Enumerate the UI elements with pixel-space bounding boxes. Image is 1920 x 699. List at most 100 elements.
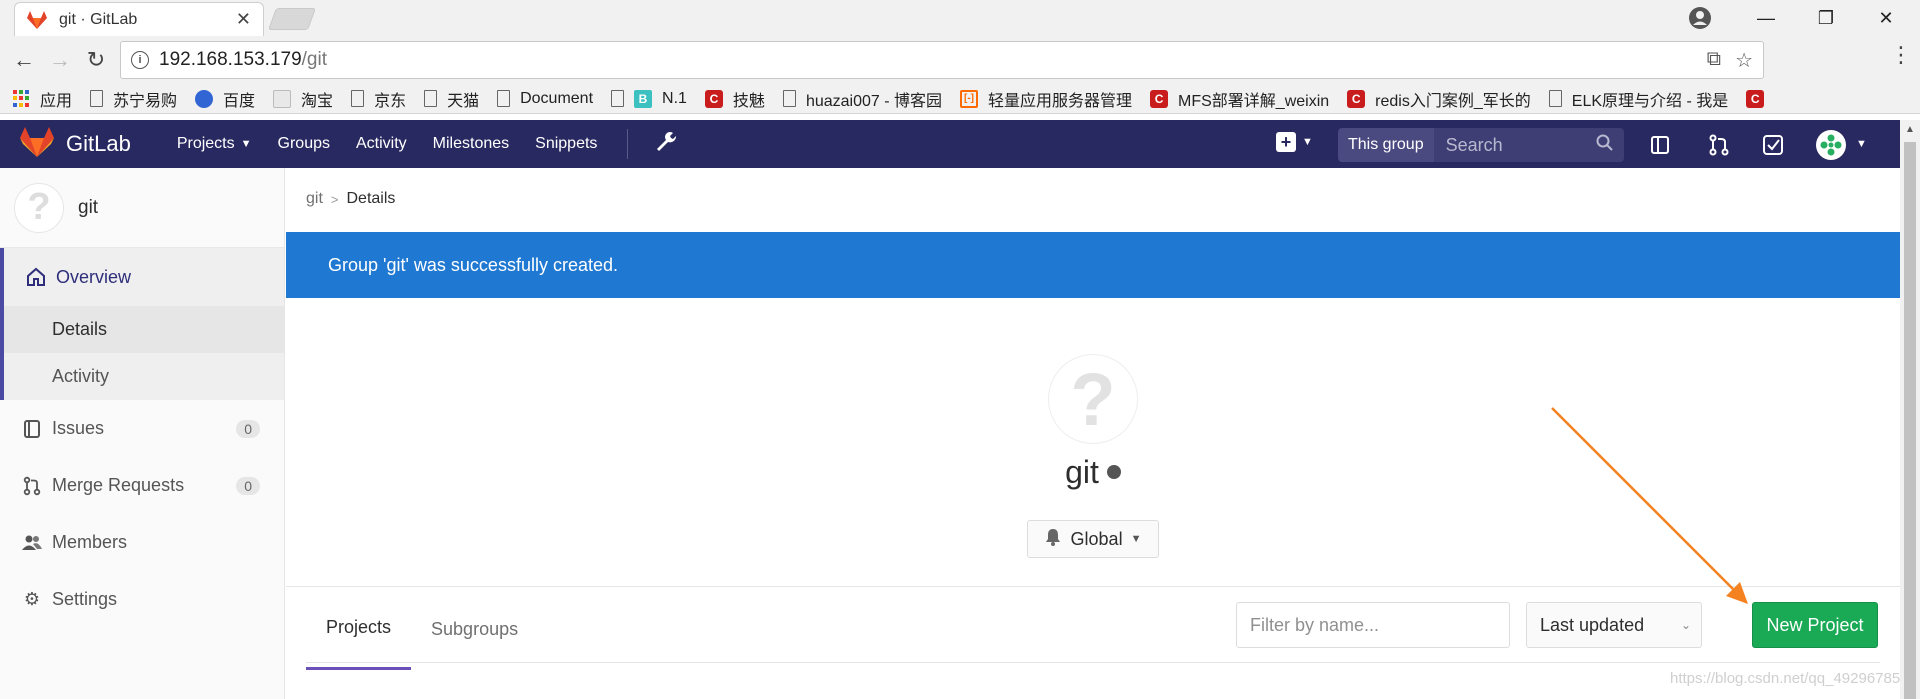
section-divider xyxy=(286,586,1900,587)
admin-wrench-icon[interactable] xyxy=(654,130,677,158)
csdn-icon: C xyxy=(1746,89,1765,108)
group-tabs: Projects Subgroups xyxy=(306,588,538,670)
site-info-icon[interactable]: i xyxy=(131,51,149,69)
page-icon xyxy=(497,90,511,107)
sidebar-item-overview[interactable]: Overview xyxy=(4,248,284,306)
bookmark-item[interactable]: C 技魅 xyxy=(704,87,765,111)
new-project-button[interactable]: New Project xyxy=(1752,602,1878,648)
bookmark-item[interactable]: Credis入门案例_军长的 xyxy=(1347,87,1531,111)
search-icon xyxy=(1596,134,1614,157)
sort-dropdown[interactable]: Last updated ⌄ xyxy=(1526,602,1702,648)
window-minimize-button[interactable]: — xyxy=(1736,0,1796,36)
filter-by-name-input[interactable]: Filter by name... xyxy=(1236,602,1510,648)
sidebar-group-header[interactable]: ? git xyxy=(0,168,284,248)
url-path: /git xyxy=(301,49,327,70)
bookmark-item[interactable]: huazai007 - 博客园 xyxy=(782,87,942,111)
bookmark-star-icon[interactable]: ☆ xyxy=(1735,48,1753,73)
gitlab-brand: GitLab xyxy=(66,131,131,156)
breadcrumb-current: Details xyxy=(346,190,396,207)
bookmark-item[interactable]: 百度 xyxy=(195,87,255,111)
chevron-down-icon: ▼ xyxy=(240,138,252,150)
page-icon xyxy=(424,90,438,107)
browser-toolbar: ← → ↻ i 192.168.153.179/git ⧉ ☆ ⋮ xyxy=(0,36,1920,84)
aliyun-icon: [-] xyxy=(960,89,979,108)
page-icon xyxy=(351,90,365,107)
todos-check-icon[interactable] xyxy=(1760,132,1786,158)
apps-icon xyxy=(12,89,30,108)
search-scope-badge[interactable]: This group xyxy=(1338,128,1434,162)
page-icon xyxy=(782,90,796,107)
bookmark-item[interactable]: 天猫 xyxy=(424,87,479,111)
page-scrollbar[interactable]: ▲ xyxy=(1900,120,1920,699)
page-icon xyxy=(90,90,104,107)
url-host: 192.168.153.179 xyxy=(159,49,302,70)
forward-arrow-icon[interactable]: → xyxy=(44,44,76,76)
merge-requests-icon[interactable] xyxy=(1706,132,1732,158)
breadcrumb: git > Details xyxy=(306,190,395,208)
bookmark-item[interactable]: C MFS部署详解_weixin xyxy=(1150,87,1329,111)
bell-icon xyxy=(1045,528,1061,551)
breadcrumb-root-link[interactable]: git xyxy=(306,190,323,208)
gitlab-home-link[interactable]: GitLab xyxy=(20,126,131,162)
reload-icon[interactable]: ↻ xyxy=(80,44,112,76)
tabs-divider xyxy=(306,662,1880,663)
csdn-icon: C xyxy=(1150,89,1169,108)
chevron-down-icon: ▼ xyxy=(1302,136,1313,148)
tab-subgroups[interactable]: Subgroups xyxy=(411,588,538,670)
browser-tab-strip: git · GitLab ✕ — ❐ ✕ xyxy=(0,0,1920,36)
sidebar-item-settings[interactable]: ⚙ Settings xyxy=(0,571,284,628)
browser-menu-icon[interactable]: ⋮ xyxy=(1890,42,1912,68)
new-dropdown-button[interactable]: + ▼ xyxy=(1276,132,1313,152)
nav-projects[interactable]: Projects ▼ xyxy=(177,135,252,153)
scrollbar-thumb[interactable] xyxy=(1904,142,1916,699)
chevron-right-icon: > xyxy=(330,191,339,207)
nav-activity[interactable]: Activity xyxy=(356,135,407,153)
bookmark-apps[interactable]: 应用 xyxy=(12,87,72,111)
user-avatar[interactable] xyxy=(1816,130,1846,160)
nav-groups[interactable]: Groups xyxy=(278,135,330,153)
bookmark-item[interactable]: 苏宁易购 xyxy=(90,87,177,111)
sidebar-item-merge-requests[interactable]: Merge Requests 0 xyxy=(0,457,284,514)
sidebar-item-issues[interactable]: Issues 0 xyxy=(0,400,284,457)
translate-icon[interactable]: ⧉ xyxy=(1707,48,1721,73)
sidebar-section-overview: Overview Details Activity xyxy=(0,248,284,400)
bookmark-item[interactable]: 淘宝 xyxy=(273,87,333,111)
todos-sidebar-icon[interactable] xyxy=(1648,132,1674,158)
gitlab-favicon-icon xyxy=(27,10,49,29)
search-box: This group Search xyxy=(1338,128,1624,162)
bookmark-item[interactable]: ELK原理与介绍 - 我是 xyxy=(1548,87,1728,111)
bookmark-item[interactable]: [-] 轻量应用服务器管理 xyxy=(960,87,1132,111)
main-content: git > Details Group 'git' was successful… xyxy=(286,168,1900,699)
scroll-up-arrow-icon[interactable]: ▲ xyxy=(1905,124,1915,135)
tab-projects[interactable]: Projects xyxy=(306,588,412,670)
bookmark-item[interactable]: C xyxy=(1746,89,1774,108)
bookmark-item[interactable]: Document xyxy=(497,90,593,108)
nav-snippets[interactable]: Snippets xyxy=(535,135,597,153)
browser-tab-title: git · GitLab xyxy=(59,10,138,28)
sidebar-item-details[interactable]: Details xyxy=(4,306,284,353)
watermark: https://blog.csdn.net/qq_49296785 xyxy=(1670,670,1901,687)
gitlab-logo-icon xyxy=(20,126,54,162)
nav-milestones[interactable]: Milestones xyxy=(433,135,509,153)
sidebar-item-activity[interactable]: Activity xyxy=(4,353,284,400)
browser-tab[interactable]: git · GitLab ✕ xyxy=(14,2,264,36)
bookmark-item[interactable]: B N.1 xyxy=(611,89,687,108)
bookmark-item[interactable]: 京东 xyxy=(351,87,406,111)
address-bar[interactable]: i 192.168.153.179/git ⧉ ☆ xyxy=(120,41,1764,79)
window-restore-button[interactable]: ❐ xyxy=(1796,0,1856,36)
flash-notice: Group 'git' was successfully created. xyxy=(286,232,1900,298)
back-arrow-icon[interactable]: ← xyxy=(8,44,40,76)
notification-dropdown[interactable]: Global ▼ xyxy=(1027,520,1159,558)
new-tab-button[interactable] xyxy=(267,8,317,30)
window-close-button[interactable]: ✕ xyxy=(1856,0,1916,36)
group-sidebar: ? git Overview Details Activity Issues 0… xyxy=(0,168,285,699)
tab-close-icon[interactable]: ✕ xyxy=(236,9,251,30)
browser-account-icon[interactable] xyxy=(1686,4,1714,32)
search-input[interactable]: Search xyxy=(1433,128,1624,162)
issues-count-badge: 0 xyxy=(236,419,260,438)
chevron-down-icon: ⌄ xyxy=(1680,618,1691,632)
caret-down-icon: ▼ xyxy=(1130,533,1142,545)
sidebar-item-members[interactable]: Members xyxy=(0,514,284,571)
b-icon: B xyxy=(634,89,653,108)
group-avatar-large: ? xyxy=(1048,354,1138,444)
